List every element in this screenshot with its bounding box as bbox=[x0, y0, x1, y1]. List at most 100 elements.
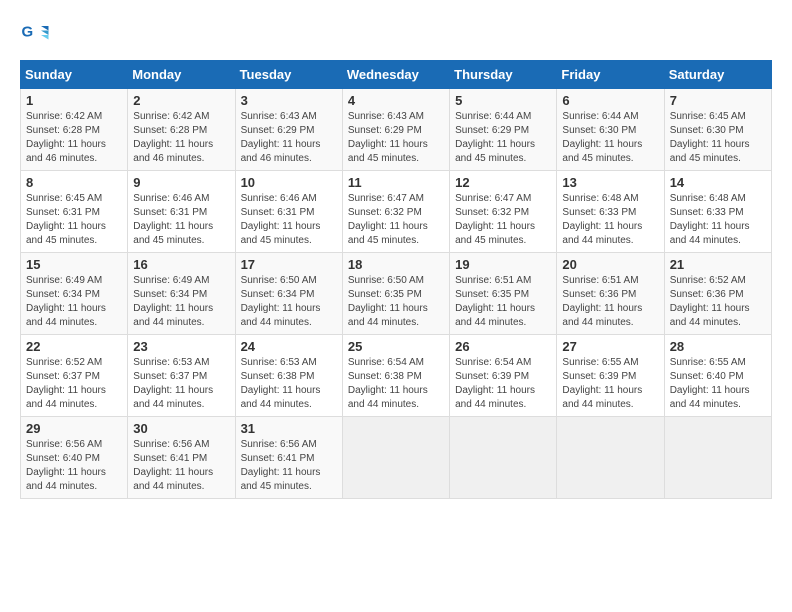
day-number: 31 bbox=[241, 421, 337, 436]
calendar-cell: 18 Sunrise: 6:50 AMSunset: 6:35 PMDaylig… bbox=[342, 253, 449, 335]
week-row-4: 22 Sunrise: 6:52 AMSunset: 6:37 PMDaylig… bbox=[21, 335, 772, 417]
day-number: 21 bbox=[670, 257, 766, 272]
calendar-cell: 15 Sunrise: 6:49 AMSunset: 6:34 PMDaylig… bbox=[21, 253, 128, 335]
day-number: 22 bbox=[26, 339, 122, 354]
day-number: 23 bbox=[133, 339, 229, 354]
calendar-cell: 14 Sunrise: 6:48 AMSunset: 6:33 PMDaylig… bbox=[664, 171, 771, 253]
day-info: Sunrise: 6:46 AMSunset: 6:31 PMDaylight:… bbox=[241, 193, 321, 246]
calendar-cell: 21 Sunrise: 6:52 AMSunset: 6:36 PMDaylig… bbox=[664, 253, 771, 335]
calendar-cell: 7 Sunrise: 6:45 AMSunset: 6:30 PMDayligh… bbox=[664, 89, 771, 171]
calendar-cell: 1 Sunrise: 6:42 AMSunset: 6:28 PMDayligh… bbox=[21, 89, 128, 171]
day-number: 9 bbox=[133, 175, 229, 190]
column-header-saturday: Saturday bbox=[664, 61, 771, 89]
day-number: 25 bbox=[348, 339, 444, 354]
calendar-cell bbox=[450, 417, 557, 499]
day-info: Sunrise: 6:55 AMSunset: 6:40 PMDaylight:… bbox=[670, 357, 750, 410]
column-header-thursday: Thursday bbox=[450, 61, 557, 89]
calendar-cell: 16 Sunrise: 6:49 AMSunset: 6:34 PMDaylig… bbox=[128, 253, 235, 335]
day-number: 2 bbox=[133, 93, 229, 108]
column-header-tuesday: Tuesday bbox=[235, 61, 342, 89]
day-number: 28 bbox=[670, 339, 766, 354]
day-number: 3 bbox=[241, 93, 337, 108]
calendar-cell: 25 Sunrise: 6:54 AMSunset: 6:38 PMDaylig… bbox=[342, 335, 449, 417]
day-info: Sunrise: 6:56 AMSunset: 6:41 PMDaylight:… bbox=[133, 439, 213, 492]
day-info: Sunrise: 6:47 AMSunset: 6:32 PMDaylight:… bbox=[455, 193, 535, 246]
day-info: Sunrise: 6:54 AMSunset: 6:38 PMDaylight:… bbox=[348, 357, 428, 410]
calendar-cell: 23 Sunrise: 6:53 AMSunset: 6:37 PMDaylig… bbox=[128, 335, 235, 417]
calendar-cell: 11 Sunrise: 6:47 AMSunset: 6:32 PMDaylig… bbox=[342, 171, 449, 253]
column-header-sunday: Sunday bbox=[21, 61, 128, 89]
day-number: 18 bbox=[348, 257, 444, 272]
week-row-1: 1 Sunrise: 6:42 AMSunset: 6:28 PMDayligh… bbox=[21, 89, 772, 171]
calendar-cell: 22 Sunrise: 6:52 AMSunset: 6:37 PMDaylig… bbox=[21, 335, 128, 417]
day-info: Sunrise: 6:50 AMSunset: 6:35 PMDaylight:… bbox=[348, 275, 428, 328]
calendar-header-row: SundayMondayTuesdayWednesdayThursdayFrid… bbox=[21, 61, 772, 89]
day-number: 16 bbox=[133, 257, 229, 272]
week-row-2: 8 Sunrise: 6:45 AMSunset: 6:31 PMDayligh… bbox=[21, 171, 772, 253]
calendar-cell: 9 Sunrise: 6:46 AMSunset: 6:31 PMDayligh… bbox=[128, 171, 235, 253]
calendar-cell: 12 Sunrise: 6:47 AMSunset: 6:32 PMDaylig… bbox=[450, 171, 557, 253]
day-info: Sunrise: 6:54 AMSunset: 6:39 PMDaylight:… bbox=[455, 357, 535, 410]
calendar-cell: 2 Sunrise: 6:42 AMSunset: 6:28 PMDayligh… bbox=[128, 89, 235, 171]
day-info: Sunrise: 6:53 AMSunset: 6:38 PMDaylight:… bbox=[241, 357, 321, 410]
calendar-table: SundayMondayTuesdayWednesdayThursdayFrid… bbox=[20, 60, 772, 499]
calendar-cell bbox=[342, 417, 449, 499]
calendar-cell: 6 Sunrise: 6:44 AMSunset: 6:30 PMDayligh… bbox=[557, 89, 664, 171]
day-info: Sunrise: 6:49 AMSunset: 6:34 PMDaylight:… bbox=[26, 275, 106, 328]
day-number: 5 bbox=[455, 93, 551, 108]
day-info: Sunrise: 6:48 AMSunset: 6:33 PMDaylight:… bbox=[562, 193, 642, 246]
calendar-cell: 24 Sunrise: 6:53 AMSunset: 6:38 PMDaylig… bbox=[235, 335, 342, 417]
day-info: Sunrise: 6:44 AMSunset: 6:30 PMDaylight:… bbox=[562, 111, 642, 164]
day-number: 17 bbox=[241, 257, 337, 272]
day-number: 14 bbox=[670, 175, 766, 190]
calendar-cell bbox=[664, 417, 771, 499]
calendar-cell: 10 Sunrise: 6:46 AMSunset: 6:31 PMDaylig… bbox=[235, 171, 342, 253]
day-number: 11 bbox=[348, 175, 444, 190]
calendar-cell: 4 Sunrise: 6:43 AMSunset: 6:29 PMDayligh… bbox=[342, 89, 449, 171]
day-number: 26 bbox=[455, 339, 551, 354]
day-number: 10 bbox=[241, 175, 337, 190]
day-info: Sunrise: 6:52 AMSunset: 6:36 PMDaylight:… bbox=[670, 275, 750, 328]
logo-icon: G bbox=[20, 20, 50, 50]
calendar-cell: 3 Sunrise: 6:43 AMSunset: 6:29 PMDayligh… bbox=[235, 89, 342, 171]
day-number: 7 bbox=[670, 93, 766, 108]
day-info: Sunrise: 6:51 AMSunset: 6:36 PMDaylight:… bbox=[562, 275, 642, 328]
day-number: 29 bbox=[26, 421, 122, 436]
day-info: Sunrise: 6:42 AMSunset: 6:28 PMDaylight:… bbox=[133, 111, 213, 164]
calendar-cell: 5 Sunrise: 6:44 AMSunset: 6:29 PMDayligh… bbox=[450, 89, 557, 171]
calendar-cell: 30 Sunrise: 6:56 AMSunset: 6:41 PMDaylig… bbox=[128, 417, 235, 499]
week-row-5: 29 Sunrise: 6:56 AMSunset: 6:40 PMDaylig… bbox=[21, 417, 772, 499]
day-number: 6 bbox=[562, 93, 658, 108]
day-info: Sunrise: 6:52 AMSunset: 6:37 PMDaylight:… bbox=[26, 357, 106, 410]
day-info: Sunrise: 6:56 AMSunset: 6:41 PMDaylight:… bbox=[241, 439, 321, 492]
column-header-wednesday: Wednesday bbox=[342, 61, 449, 89]
calendar-cell: 19 Sunrise: 6:51 AMSunset: 6:35 PMDaylig… bbox=[450, 253, 557, 335]
day-number: 13 bbox=[562, 175, 658, 190]
calendar-cell: 20 Sunrise: 6:51 AMSunset: 6:36 PMDaylig… bbox=[557, 253, 664, 335]
calendar-cell: 29 Sunrise: 6:56 AMSunset: 6:40 PMDaylig… bbox=[21, 417, 128, 499]
day-number: 30 bbox=[133, 421, 229, 436]
day-number: 12 bbox=[455, 175, 551, 190]
day-info: Sunrise: 6:50 AMSunset: 6:34 PMDaylight:… bbox=[241, 275, 321, 328]
calendar-cell bbox=[557, 417, 664, 499]
logo: G bbox=[20, 20, 52, 50]
week-row-3: 15 Sunrise: 6:49 AMSunset: 6:34 PMDaylig… bbox=[21, 253, 772, 335]
day-number: 24 bbox=[241, 339, 337, 354]
day-info: Sunrise: 6:43 AMSunset: 6:29 PMDaylight:… bbox=[241, 111, 321, 164]
day-number: 1 bbox=[26, 93, 122, 108]
page-header: G bbox=[20, 20, 772, 50]
day-info: Sunrise: 6:43 AMSunset: 6:29 PMDaylight:… bbox=[348, 111, 428, 164]
day-info: Sunrise: 6:42 AMSunset: 6:28 PMDaylight:… bbox=[26, 111, 106, 164]
svg-text:G: G bbox=[22, 24, 34, 41]
day-number: 4 bbox=[348, 93, 444, 108]
calendar-cell: 17 Sunrise: 6:50 AMSunset: 6:34 PMDaylig… bbox=[235, 253, 342, 335]
column-header-friday: Friday bbox=[557, 61, 664, 89]
day-info: Sunrise: 6:45 AMSunset: 6:30 PMDaylight:… bbox=[670, 111, 750, 164]
day-info: Sunrise: 6:46 AMSunset: 6:31 PMDaylight:… bbox=[133, 193, 213, 246]
calendar-cell: 27 Sunrise: 6:55 AMSunset: 6:39 PMDaylig… bbox=[557, 335, 664, 417]
calendar-cell: 26 Sunrise: 6:54 AMSunset: 6:39 PMDaylig… bbox=[450, 335, 557, 417]
day-info: Sunrise: 6:49 AMSunset: 6:34 PMDaylight:… bbox=[133, 275, 213, 328]
calendar-cell: 8 Sunrise: 6:45 AMSunset: 6:31 PMDayligh… bbox=[21, 171, 128, 253]
day-number: 15 bbox=[26, 257, 122, 272]
calendar-cell: 31 Sunrise: 6:56 AMSunset: 6:41 PMDaylig… bbox=[235, 417, 342, 499]
